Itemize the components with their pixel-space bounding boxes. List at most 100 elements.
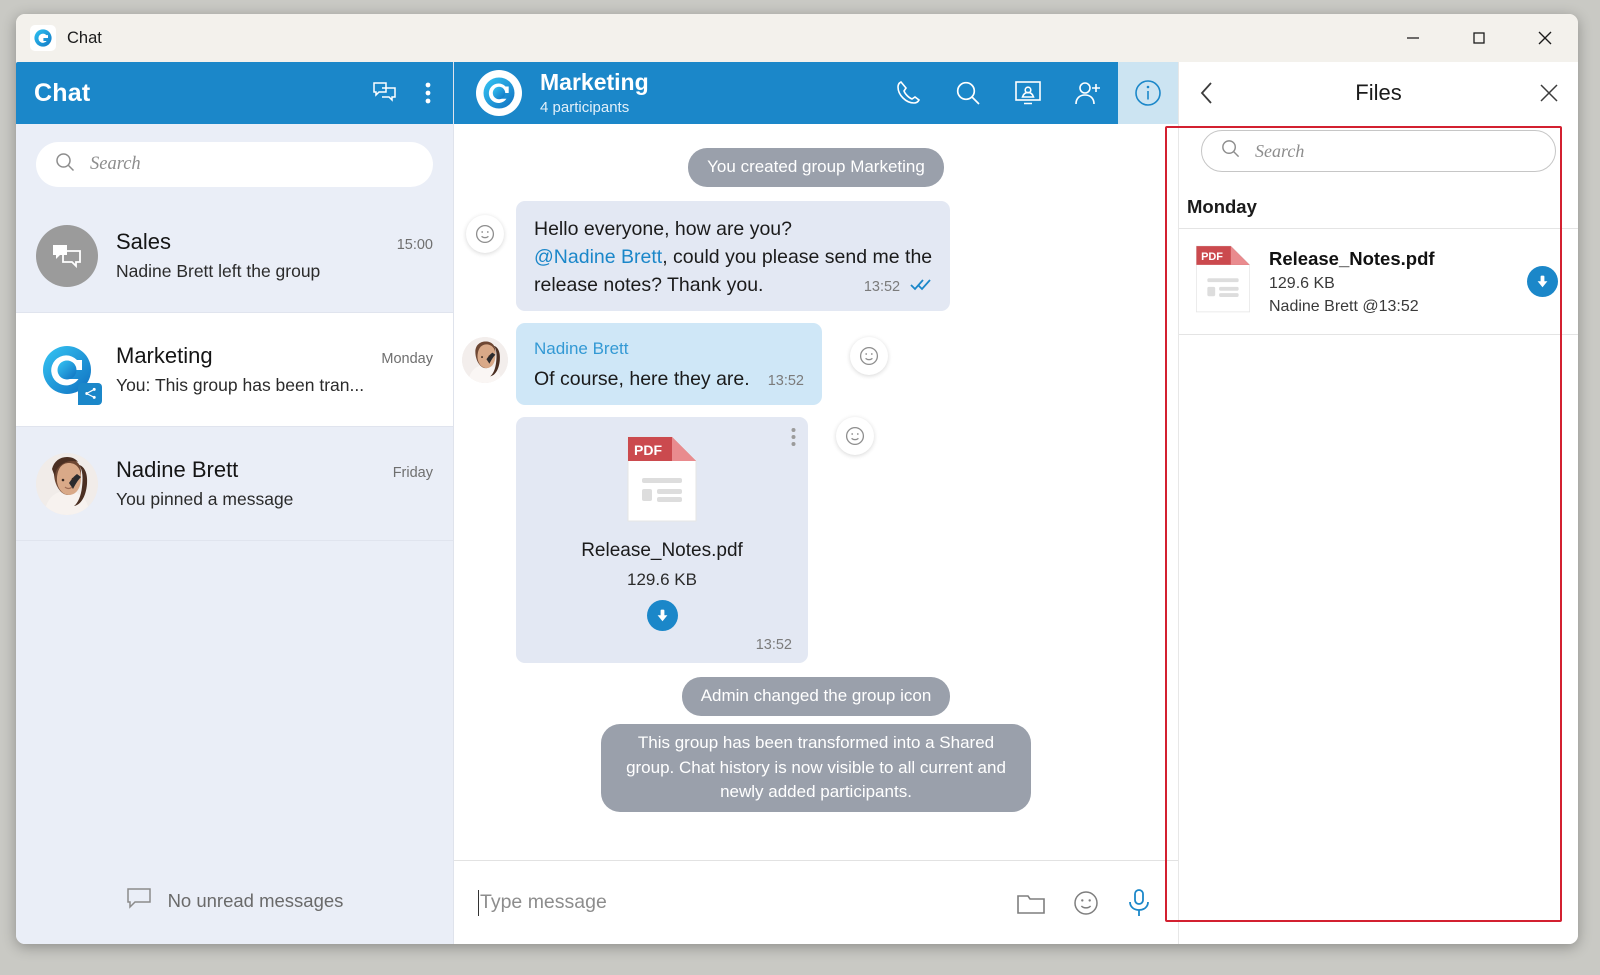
file-message-bubble[interactable]: PDF Release_Notes.pdf 129.6 KB 13:52 [516,417,808,664]
message-body: Of course, here they are. [534,368,750,391]
system-message: You created group Marketing [688,148,944,187]
message-line-3: release notes? Thank you. 13:52 [534,271,932,299]
app-window: Chat Chat Search Sales 15:00 Nadine Bret… [16,14,1578,944]
call-icon[interactable] [878,62,938,124]
chat-header-actions [878,62,1178,124]
chat-app-logo-icon [30,25,56,51]
file-list-item[interactable]: PDF Release_Notes.pdf 129.6 KB Nadine Br… [1179,228,1578,335]
message-line-1: Hello everyone, how are you? [534,217,792,240]
chat-item-preview: Nadine Brett left the group [116,261,321,281]
chat-item-time: Monday [381,351,433,367]
file-timestamp: 13:52 [755,637,792,654]
close-icon[interactable] [1532,82,1560,104]
search-icon [54,151,76,178]
emoji-reaction-icon[interactable] [850,337,888,376]
avatar [36,224,98,287]
new-chat-icon[interactable] [372,81,399,106]
minimize-icon[interactable] [1380,14,1446,62]
more-vertical-icon[interactable] [425,81,431,105]
file-avatar-spacer [454,417,516,431]
files-search-placeholder: Search [1255,140,1305,161]
chevron-left-icon[interactable] [1197,80,1225,106]
unread-status-label: No unread messages [167,890,344,911]
attach-folder-icon[interactable] [1016,890,1046,916]
message-sender-name: Nadine Brett [534,339,629,359]
download-icon[interactable] [646,600,678,632]
chat-title: Marketing [540,69,649,96]
group-chat-icon [36,224,98,287]
file-name: Release_Notes.pdf [581,540,743,562]
screen-share-icon[interactable] [998,62,1058,124]
text-caret [478,889,479,916]
search-input[interactable]: Search [36,142,433,187]
chat-item-meta: Marketing Monday You: This group has bee… [116,343,433,396]
main-chat-area: Marketing 4 participants You created gro… [454,62,1178,944]
files-search-input[interactable]: Search [1201,130,1556,172]
files-search-container: Search [1179,124,1578,188]
message-row-outgoing: Hello everyone, how are you? @Nadine Bre… [454,195,1178,318]
svg-text:PDF: PDF [1201,251,1223,263]
avatar [462,337,508,384]
message-line-2-rest: , could you please send me the [662,245,933,268]
window-controls [1380,14,1578,62]
emoji-reaction-icon[interactable] [466,214,504,253]
speech-bubble-icon [126,887,152,916]
system-message-row: Admin changed the group icon [454,677,1178,716]
add-participant-icon[interactable] [1058,62,1118,124]
emoji-icon[interactable] [1072,889,1100,917]
message-row-file: PDF Release_Notes.pdf 129.6 KB 13:52 [454,411,1178,669]
message-bubble-outgoing: Hello everyone, how are you? @Nadine Bre… [516,200,951,312]
person-photo [36,452,98,515]
chat-item-time: 15:00 [396,237,433,253]
search-icon [1220,138,1241,164]
reaction-slot [808,417,874,456]
mention-nadine-brett[interactable]: @Nadine Brett [534,246,662,268]
search-icon[interactable] [938,62,998,124]
info-icon[interactable] [1118,62,1178,124]
sidebar-header-actions [372,81,431,106]
search-placeholder: Search [90,154,141,174]
chat-item-name: Nadine Brett [116,457,239,482]
sidebar: Chat Search Sales 15:00 Nadine Brett lef… [16,62,454,944]
chat-item-time: Friday [392,465,433,481]
message-row-incoming: Nadine Brett Of course, here they are. 1… [454,317,1178,411]
file-info: Release_Notes.pdf 129.6 KB Nadine Brett … [1269,248,1511,316]
chat-header-text: Marketing 4 participants [540,69,649,116]
microphone-icon[interactable] [1126,888,1152,918]
emoji-reaction-icon[interactable] [836,417,874,456]
file-meta: Nadine Brett @13:52 [1269,297,1419,315]
files-day-label: Monday [1187,196,1257,217]
more-vertical-icon[interactable] [791,427,796,452]
message-bubble-incoming: Nadine Brett Of course, here they are. 1… [516,323,822,406]
files-panel-title: Files [1355,80,1402,105]
composer-actions [1016,888,1152,918]
chat-item-name: Sales [116,229,172,254]
message-timestamp: 13:52 [863,279,901,296]
system-message: This group has been transformed into a S… [601,723,1031,812]
message-composer[interactable]: Type message [454,860,1178,944]
files-panel: Files Search Monday PDF Release_Notes.pd… [1178,62,1578,944]
close-icon[interactable] [1512,14,1578,62]
message-list: You created group Marketing Hello everyo… [454,124,1178,860]
chat-participants-count: 4 participants [540,98,630,116]
chat-list-item-nadine-brett[interactable]: Nadine Brett Friday You pinned a message [16,427,453,541]
shared-group-badge-icon [78,382,102,405]
window-title: Chat [67,28,102,47]
message-input-placeholder: Type message [480,891,607,913]
chat-list: Sales 15:00 Nadine Brett left the group [16,199,453,858]
message-timestamp-group: 13:52 [864,277,932,298]
chat-item-preview: You pinned a message [116,489,294,509]
unread-status-bar: No unread messages [16,858,453,944]
chat-list-item-marketing[interactable]: Marketing Monday You: This group has bee… [16,313,453,427]
download-icon[interactable] [1527,266,1558,297]
reaction-slot [454,201,516,253]
pdf-file-icon: PDF [1193,243,1253,320]
chat-item-name: Marketing [116,343,213,368]
system-message-row: This group has been transformed into a S… [454,723,1178,812]
avatar [36,452,98,515]
chat-header-avatar [476,70,522,116]
file-size: 129.6 KB [627,570,697,590]
title-bar: Chat [16,14,1578,62]
maximize-icon[interactable] [1446,14,1512,62]
chat-list-item-sales[interactable]: Sales 15:00 Nadine Brett left the group [16,199,453,313]
